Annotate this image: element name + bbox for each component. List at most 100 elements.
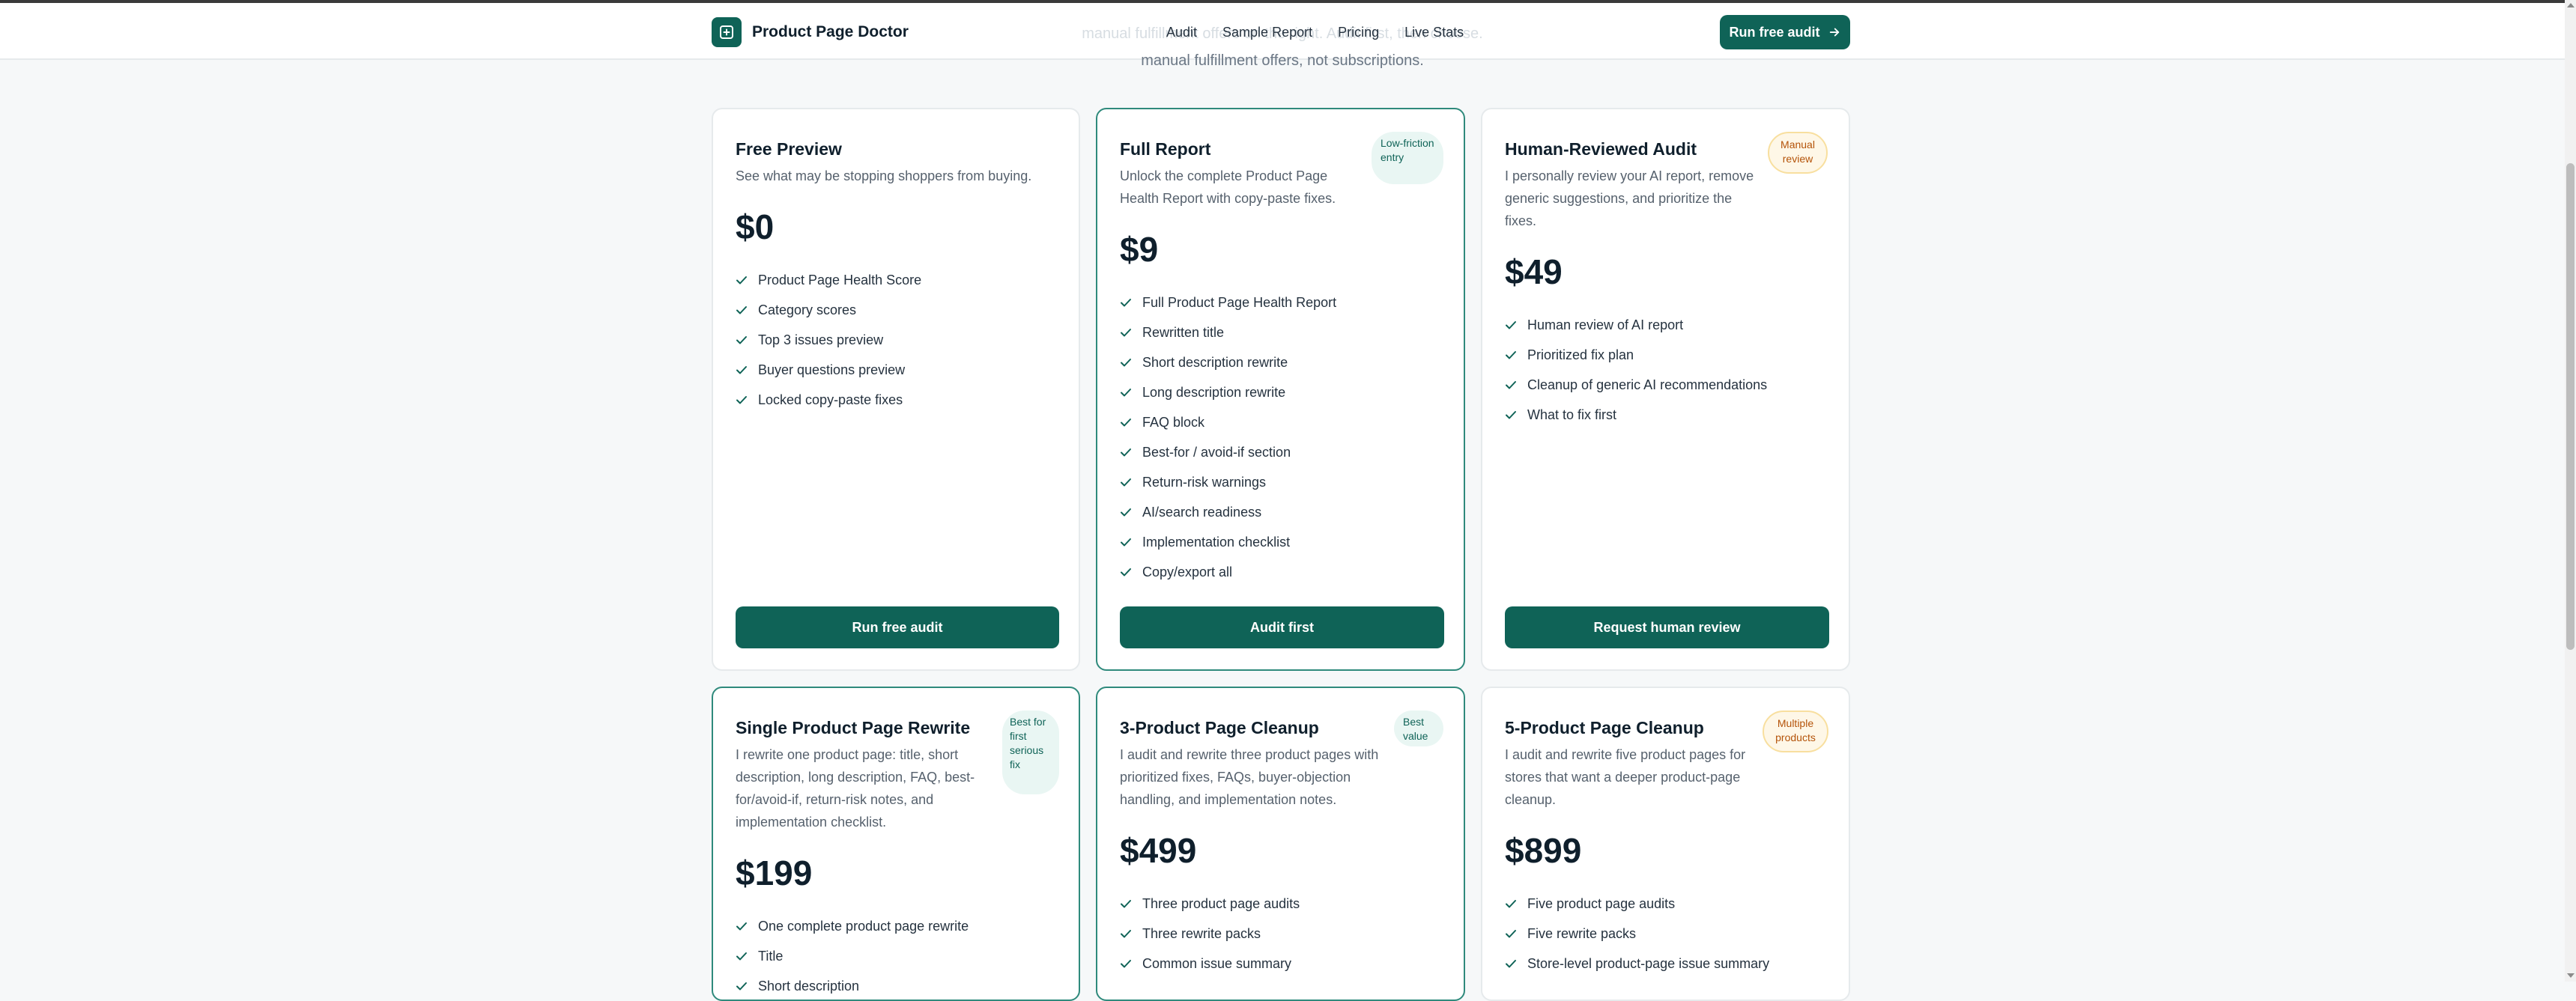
site-header: manual fulfillment offers on the right. … [0, 3, 2565, 69]
feature-list: Full Product Page Health Report Rewritte… [1120, 287, 1336, 587]
feature-text: Implementation checklist [1142, 534, 1291, 550]
feature-text: Product Page Health Score [758, 272, 922, 287]
plan-card-human-reviewed-audit: Human-Reviewed Audit Manual review I per… [1481, 108, 1850, 671]
scroll-up-arrow-icon[interactable] [2567, 3, 2575, 7]
audit-first-button[interactable]: Audit first [1120, 606, 1444, 648]
plan-title: Full Report [1120, 139, 1211, 159]
feature-item: FAQ block [1120, 407, 1336, 437]
feature-text: Top 3 issues preview [758, 332, 884, 347]
feature-text: Best-for / avoid-if section [1142, 444, 1291, 460]
feature-item: Full Product Page Health Report [1120, 287, 1336, 317]
feature-list: Five product page audits Five rewrite pa… [1505, 889, 1769, 979]
feature-item: Human review of AI report [1505, 310, 1767, 340]
run-free-audit-plan-button[interactable]: Run free audit [736, 606, 1059, 648]
feature-text: Store-level product-page issue summary [1527, 955, 1770, 971]
feature-item: Three rewrite packs [1120, 919, 1300, 949]
feature-text: FAQ block [1142, 414, 1205, 430]
check-icon [736, 922, 747, 931]
feature-item: Implementation checklist [1120, 527, 1336, 557]
check-icon [736, 336, 747, 344]
feature-item: Long description rewrite [1120, 377, 1336, 407]
scrollbar-thumb[interactable] [2566, 163, 2575, 650]
feature-item: Product Page Health Score [736, 265, 921, 295]
check-icon [1121, 419, 1131, 427]
check-icon [1506, 900, 1516, 908]
plan-badge: Best value [1394, 711, 1443, 746]
check-icon [1121, 568, 1131, 576]
check-icon [1121, 930, 1131, 938]
feature-text: Five rewrite packs [1527, 925, 1637, 941]
feature-item: Five product page audits [1505, 889, 1769, 919]
feature-item: Buyer questions preview [736, 355, 921, 385]
feature-item: Store-level product-page issue summary [1505, 949, 1769, 979]
run-free-audit-button[interactable]: Run free audit [1720, 15, 1850, 49]
feature-text: Rewritten title [1142, 324, 1225, 340]
nav-pricing[interactable]: Pricing [1338, 25, 1379, 40]
check-icon [1121, 900, 1131, 908]
check-icon [736, 276, 747, 285]
feature-text: Category scores [758, 302, 857, 317]
feature-text: Title [758, 948, 784, 964]
check-icon [1121, 538, 1131, 547]
request-human-review-button[interactable]: Request human review [1505, 606, 1829, 648]
check-icon [1121, 389, 1131, 397]
feature-item: Three product page audits [1120, 889, 1300, 919]
feature-text: Short description rewrite [1142, 354, 1288, 370]
feature-text: Buyer questions preview [758, 362, 906, 377]
plan-title: Human-Reviewed Audit [1505, 139, 1697, 159]
plan-card-3-product-page-cleanup: 3-Product Page Cleanup Best value I audi… [1096, 687, 1465, 1001]
check-icon [1121, 508, 1131, 517]
plan-card-single-product-page-rewrite: Single Product Page Rewrite Best for fir… [712, 687, 1080, 1001]
check-icon [1121, 329, 1131, 337]
feature-text: Prioritized fix plan [1527, 347, 1634, 362]
scroll-down-arrow-icon[interactable] [2567, 973, 2575, 978]
feature-item: Rewritten title [1120, 317, 1336, 347]
check-icon [1506, 960, 1516, 968]
feature-item: Common issue summary [1120, 949, 1300, 979]
check-icon [1506, 930, 1516, 938]
feature-text: What to fix first [1527, 407, 1617, 422]
nav-audit[interactable]: Audit [1166, 25, 1197, 40]
brand-link[interactable]: Product Page Doctor [712, 17, 909, 47]
plan-price: $499 [1120, 831, 1197, 870]
feature-item: Return-risk warnings [1120, 467, 1336, 497]
plan-card-free-preview: Free Preview See what may be stopping sh… [712, 108, 1080, 671]
feature-text: Long description rewrite [1142, 384, 1286, 400]
feature-item: Cleanup of generic AI recommendations [1505, 370, 1767, 400]
check-icon [736, 306, 747, 314]
plan-card-full-report: Full Report Low-friction entry Unlock th… [1096, 108, 1465, 671]
check-icon [1506, 351, 1516, 359]
plan-badge: Low-friction entry [1372, 132, 1443, 184]
check-icon [1121, 299, 1131, 307]
check-icon [736, 366, 747, 374]
plus-square-icon [712, 17, 742, 47]
feature-item: What to fix first [1505, 400, 1767, 430]
check-icon [736, 952, 747, 961]
hero-subtitle: manual fulfillment offers, not subscript… [1141, 52, 1424, 69]
plan-title: 5-Product Page Cleanup [1505, 718, 1704, 737]
feature-text: Cleanup of generic AI recommendations [1527, 377, 1768, 392]
cta-label: Run free audit [1729, 24, 1820, 40]
plan-title: 3-Product Page Cleanup [1120, 718, 1319, 737]
nav-live-stats[interactable]: Live Stats [1404, 25, 1464, 40]
feature-item: Title [736, 941, 969, 971]
nav-sample-report[interactable]: Sample Report [1222, 25, 1312, 40]
feature-text: Three product page audits [1142, 895, 1300, 911]
feature-item: One complete product page rewrite [736, 911, 969, 941]
feature-text: Copy/export all [1142, 564, 1233, 579]
main-nav: Audit Sample Report Pricing Live Stats [1166, 25, 1489, 40]
plan-description: I audit and rewrite three product pages … [1120, 747, 1379, 807]
check-icon [1506, 321, 1516, 329]
feature-list: Three product page audits Three rewrite … [1120, 889, 1300, 979]
feature-text: One complete product page rewrite [758, 918, 969, 934]
plan-title: Single Product Page Rewrite [736, 718, 971, 737]
arrow-right-icon [1829, 28, 1839, 37]
feature-text: Three rewrite packs [1142, 925, 1261, 941]
check-icon [736, 982, 747, 991]
feature-list: Product Page Health Score Category score… [736, 265, 921, 415]
check-icon [736, 396, 747, 404]
feature-item: Prioritized fix plan [1505, 340, 1767, 370]
feature-item: Copy/export all [1120, 557, 1336, 587]
feature-text: Full Product Page Health Report [1142, 294, 1337, 310]
plan-card-5-product-page-cleanup: 5-Product Page Cleanup Multiple products… [1481, 687, 1850, 1001]
